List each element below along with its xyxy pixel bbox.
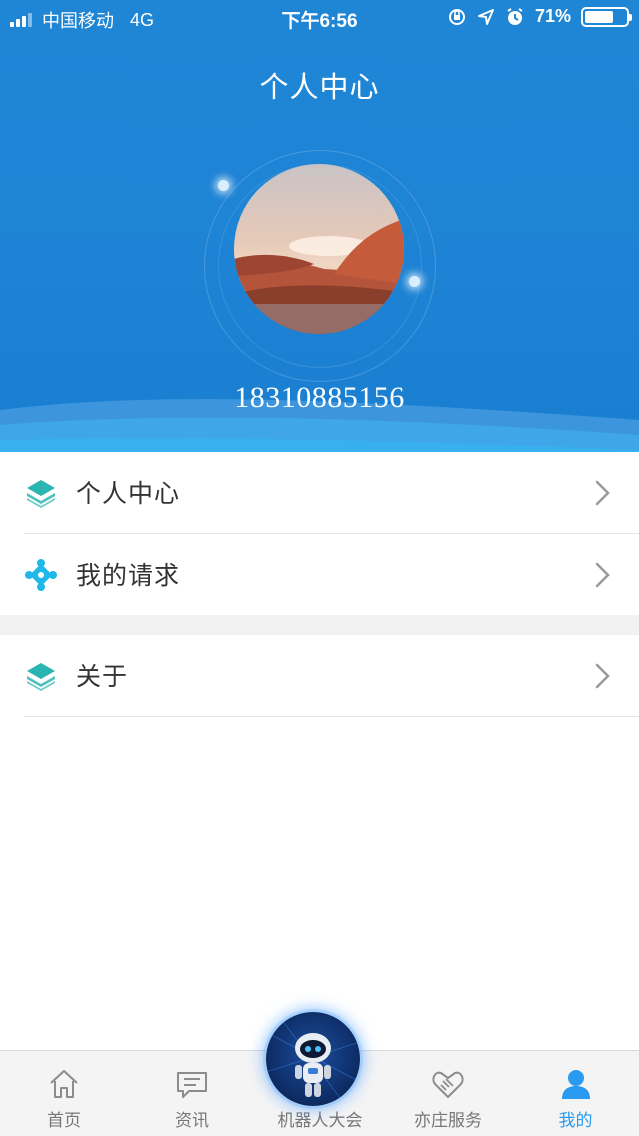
robot-center-button[interactable]: [266, 1012, 360, 1106]
avatar-area: [204, 150, 436, 382]
phone-number: 18310885156: [234, 381, 405, 414]
robot-icon: [266, 1012, 360, 1106]
page-title: 个人中心: [259, 70, 380, 104]
menu-item-label: 个人中心: [76, 479, 181, 508]
tab-yizhuang-service[interactable]: 亦庄服务: [384, 1051, 512, 1136]
chevron-right-icon: [595, 562, 610, 588]
layers-icon: [27, 663, 55, 691]
chat-icon: [177, 1072, 207, 1098]
menu-item-requests[interactable]: 我的请求: [0, 534, 639, 616]
rotation-lock-icon: [448, 8, 465, 25]
alarm-icon: [507, 7, 523, 25]
decor-dot: [218, 180, 229, 191]
cross-star-icon: [25, 559, 57, 591]
handshake-icon: [432, 1071, 464, 1098]
menu-item-label: 我的请求: [76, 561, 181, 590]
avatar[interactable]: [234, 164, 404, 334]
chevron-right-icon: [595, 480, 610, 506]
home-icon: [50, 1070, 78, 1098]
status-bar: 中国移动 4G 下午6:56 71%: [0, 0, 639, 36]
profile-header: 中国移动 4G 下午6:56 71% 个人中心 18310885156: [0, 0, 639, 452]
menu-item-profile[interactable]: 个人中心: [0, 452, 639, 534]
menu-item-label: 关于: [76, 662, 129, 691]
location-icon: [477, 8, 494, 25]
tab-mine[interactable]: 我的: [512, 1051, 639, 1136]
tab-label: 机器人大会: [277, 1111, 363, 1131]
menu-item-about[interactable]: 关于: [0, 635, 639, 717]
section-gap: [0, 615, 639, 635]
tab-label: 亦庄服务: [414, 1111, 482, 1131]
tab-news[interactable]: 资讯: [128, 1051, 256, 1136]
tab-label: 我的: [558, 1111, 593, 1131]
tab-home[interactable]: 首页: [0, 1051, 128, 1136]
chevron-right-icon: [595, 663, 610, 689]
decor-dot: [409, 276, 420, 287]
battery-percent: 71%: [534, 6, 571, 26]
user-icon: [561, 1070, 590, 1099]
battery-icon: [581, 6, 632, 27]
layers-icon: [27, 480, 55, 508]
tab-label: 首页: [47, 1111, 81, 1131]
tab-label: 资讯: [175, 1111, 209, 1131]
